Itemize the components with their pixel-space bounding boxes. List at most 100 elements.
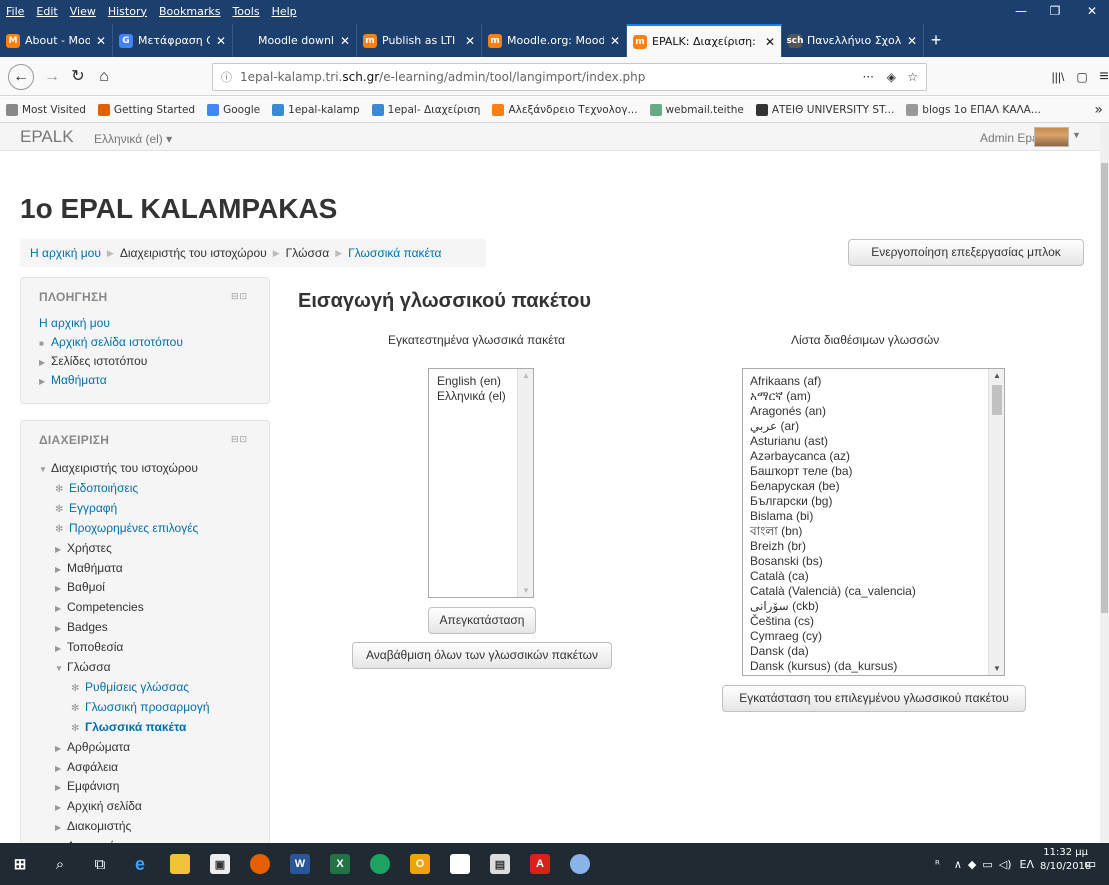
list-option[interactable]: Asturianu (ast) [750, 434, 1004, 449]
display-icon[interactable]: ▭ [982, 858, 992, 871]
menu-item[interactable]: History [102, 5, 153, 18]
tree-item[interactable]: ▶ Σελίδες ιστοτόπου [39, 354, 147, 368]
user-name[interactable]: Admin Epal [980, 131, 1041, 145]
breadcrumb-item[interactable]: Γλωσσικά πακέτα [348, 246, 441, 260]
tree-item[interactable]: ▶ Competencies [55, 600, 144, 614]
app-icon[interactable]: ▤ [480, 843, 520, 885]
page-scrollbar[interactable] [1100, 123, 1109, 843]
tree-item[interactable]: ✻ Ειδοποιήσεις [55, 481, 138, 495]
bookmark-item[interactable]: webmail.teithe [649, 103, 744, 116]
breadcrumb-item[interactable]: Γλώσσα [286, 246, 330, 260]
word-icon[interactable]: W [280, 843, 320, 885]
store-icon[interactable]: ▣ [200, 843, 240, 885]
tree-item[interactable]: ▶ Εμφάνιση [55, 779, 119, 793]
list-option[interactable]: Bislama (bi) [750, 509, 1004, 524]
tree-item[interactable]: ▶ Διακομιστής [55, 819, 131, 833]
file-explorer-icon[interactable] [160, 843, 200, 885]
firefox-icon[interactable] [240, 843, 280, 885]
menu-item[interactable]: Tools [226, 5, 265, 18]
minimize-icon[interactable]: — [1004, 0, 1038, 22]
list-option[interactable]: Afrikaans (af) [750, 374, 1004, 389]
tree-item[interactable]: ■ Αρχική σελίδα ιστοτόπου [39, 335, 183, 349]
tree-item[interactable]: ▶ Αρθρώματα [55, 740, 130, 754]
show-hidden-icons-icon[interactable]: ∧ [954, 858, 962, 871]
page-scroll-thumb[interactable] [1101, 163, 1108, 613]
tab-close-icon[interactable]: ✕ [765, 35, 775, 49]
tree-item[interactable]: ▶ Badges [55, 620, 108, 634]
chrome-icon[interactable] [360, 843, 400, 885]
breadcrumb-item[interactable]: Η αρχική μου [30, 246, 101, 260]
tree-item[interactable]: ▶ Τοποθεσία [55, 640, 123, 654]
list-option[interactable]: Català (Valencià) (ca_valencia) [750, 584, 1004, 599]
browser-tab[interactable]: Moodle downloads ✕ [233, 24, 357, 57]
list-option[interactable]: Breizh (br) [750, 539, 1004, 554]
block-dock-icon[interactable]: ⊟⊡ [231, 291, 248, 302]
available-packs-list[interactable]: Afrikaans (af) አማርኛ (am) Aragonés (an) عربي… [742, 368, 1005, 676]
menu-item[interactable]: Help [266, 5, 303, 18]
tab-close-icon[interactable]: ✕ [340, 34, 350, 48]
network-icon[interactable]: ◆ [968, 858, 976, 871]
back-icon[interactable]: ← [8, 64, 34, 90]
bookmark-item[interactable]: 1epal- Διαχείριση [371, 103, 480, 116]
bookmark-item[interactable]: ΑΤΕΙΘ UNIVERSITY ST... [755, 103, 894, 116]
tree-item[interactable]: ▶ Μαθήματα [39, 373, 107, 387]
scroll-up-icon[interactable]: ▲ [993, 371, 1001, 380]
bookmark-item[interactable]: blogs 1ο ΕΠΑΛ ΚΑΛΑ... [906, 103, 1041, 116]
volume-icon[interactable]: ◁) [999, 858, 1012, 871]
tree-item[interactable]: ✻ Γλωσσικά πακέτα [71, 720, 186, 734]
tab-close-icon[interactable]: ✕ [96, 34, 106, 48]
bookmark-star-icon[interactable]: ☆ [907, 70, 918, 84]
scroll-down-icon[interactable]: ▼ [993, 664, 1001, 673]
close-window-icon[interactable]: ✕ [1075, 0, 1109, 22]
block-dock-icon[interactable]: ⊟⊡ [231, 434, 248, 445]
scroll-down-icon[interactable]: ▼ [522, 586, 530, 595]
installed-packs-list[interactable]: English (en) Ελληνικά (el) ▲ ▼ [428, 368, 534, 598]
home-icon[interactable]: ⌂ [92, 65, 116, 89]
browser-tab[interactable]: m EPALK: Διαχείριση: Γλώ ✕ [627, 24, 782, 57]
list-option[interactable]: Dansk (kursus) (da_kursus) [750, 659, 1004, 674]
tree-item[interactable]: ▼ Γλώσσα [55, 660, 111, 674]
tree-item[interactable]: Η αρχική μου [39, 316, 110, 330]
notifications-icon[interactable]: ▭ [1084, 856, 1096, 872]
bookmark-item[interactable]: Google [207, 103, 260, 116]
tree-item[interactable]: ✻ Προχωρημένες επιλογές [55, 521, 198, 535]
tree-item[interactable]: ▶ Βαθμοί [55, 580, 105, 594]
tree-item[interactable]: ▼ Διαχειριστής του ιστοχώρου [39, 461, 198, 475]
site-brand[interactable]: EPALK [20, 127, 74, 147]
bookmarks-overflow-icon[interactable]: » [1094, 102, 1103, 118]
paint-icon[interactable] [560, 843, 600, 885]
list-option[interactable]: Cymraeg (cy) [750, 629, 1004, 644]
breadcrumb-item[interactable]: Διαχειριστής του ιστοχώρου [120, 246, 267, 260]
uninstall-button[interactable]: Απεγκατάσταση [428, 607, 536, 634]
menu-item[interactable]: Edit [30, 5, 63, 18]
list-option[interactable]: Български (bg) [750, 494, 1004, 509]
installed-list-scrollbar[interactable]: ▲ ▼ [517, 369, 533, 597]
list-option[interactable]: বাংলা (bn) [750, 524, 1004, 539]
task-view-icon[interactable]: ⧉ [80, 843, 120, 885]
available-list-scrollbar[interactable]: ▲ ▼ [988, 369, 1004, 675]
url-bar[interactable]: ⓘ 1epal-kalamp.tri. sch.gr/e-learning/adm… [212, 63, 927, 91]
browser-tab[interactable]: G Μετάφραση Google ✕ [113, 24, 233, 57]
library-icon[interactable]: |||\ [1046, 65, 1070, 89]
browser-tab[interactable]: m Publish as LTI tool - M ✕ [357, 24, 482, 57]
user-menu-caret-icon[interactable]: ▼ [1072, 130, 1081, 140]
menu-item[interactable]: View [64, 5, 102, 18]
reload-icon[interactable]: ↻ [66, 65, 90, 89]
list-option[interactable]: Dansk (da) [750, 644, 1004, 659]
browser-tab[interactable]: m Moodle.org: Moodle S ✕ [482, 24, 627, 57]
tab-close-icon[interactable]: ✕ [610, 34, 620, 48]
new-tab-icon[interactable]: + [924, 24, 948, 57]
forward-icon[interactable]: → [40, 65, 64, 89]
edge-icon[interactable]: e [120, 843, 160, 885]
menu-item[interactable]: Bookmarks [153, 5, 226, 18]
tree-item[interactable]: ✻ Γλωσσική προσαρμογή [71, 700, 210, 714]
pocket-icon[interactable]: ◈ [887, 70, 896, 84]
tree-item[interactable]: ▶ Ασφάλεια [55, 760, 118, 774]
browser-tab[interactable]: M About - Moodle ✕ [0, 24, 113, 57]
tab-close-icon[interactable]: ✕ [216, 34, 226, 48]
hamburger-menu-icon[interactable]: ≡ [1092, 65, 1109, 89]
list-option[interactable]: Башҡорт теле (ba) [750, 464, 1004, 479]
edit-blocks-button[interactable]: Ενεργοποίηση επεξεργασίας μπλοκ [848, 239, 1084, 266]
people-icon[interactable]: ᴿ [935, 858, 940, 871]
acrobat-icon[interactable]: A [520, 843, 560, 885]
